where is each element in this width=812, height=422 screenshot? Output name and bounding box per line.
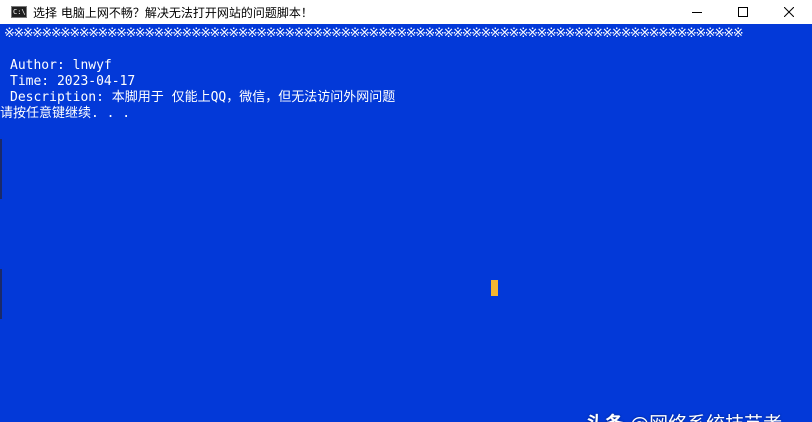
app-icon-text: C:\ (13, 8, 26, 16)
text-cursor (491, 280, 498, 296)
console-area[interactable]: ※※※※※※※※※※※※※※※※※※※※※※※※※※※※※※※※※※※※※※※※… (0, 24, 812, 422)
description-line: Description: 本脚用于 仅能上QQ，微信，但无法访问外网问题 (10, 90, 396, 105)
watermark-handle: @网络系统技艺者 (630, 413, 782, 422)
maximize-icon (738, 7, 748, 17)
left-edge-shadow (0, 139, 2, 199)
window-controls (674, 0, 812, 24)
time-line: Time: 2023-04-17 (10, 74, 136, 89)
watermark: 头条 @网络系统技艺者 (586, 409, 782, 422)
pattern-line: ※※※※※※※※※※※※※※※※※※※※※※※※※※※※※※※※※※※※※※※※… (4, 26, 744, 41)
window-title: 选择 电脑上网不畅？解决无法打开网站的问题脚本！ (33, 5, 313, 20)
maximize-button[interactable] (720, 0, 766, 24)
watermark-brand: 头条 (586, 413, 624, 422)
close-button[interactable] (766, 0, 812, 24)
minimize-button[interactable] (674, 0, 720, 24)
author-line: Author: lnwyf (10, 58, 112, 73)
title-bar[interactable]: C:\ 选择 电脑上网不畅？解决无法打开网站的问题脚本！ (0, 0, 812, 25)
console-app-icon[interactable]: C:\ (11, 6, 27, 18)
press-any-key-line: 请按任意键继续. . . (0, 106, 131, 121)
close-icon (784, 7, 794, 17)
minimize-icon (692, 12, 702, 13)
left-edge-shadow (0, 269, 2, 319)
